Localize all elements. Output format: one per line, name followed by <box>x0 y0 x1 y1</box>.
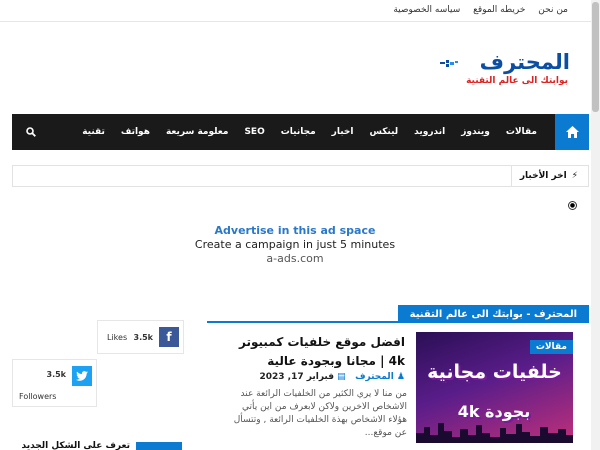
ad-domain[interactable]: a-ads.com <box>150 252 440 265</box>
site-logo[interactable]: المحترف بوابتك الى عالم التقنية <box>440 50 571 92</box>
logo-tagline: بوابتك الى عالم التقنية <box>466 76 568 86</box>
top-links: من نحن خريطه الموقع سياسه الخصوصية <box>383 5 568 15</box>
ticker-label: ⚡ اخر الأخبار <box>510 166 588 186</box>
search-icon <box>26 127 36 137</box>
facebook-counter[interactable]: f 3.5k Likes <box>97 320 184 354</box>
search-button[interactable] <box>18 114 44 150</box>
sidebar-post-title[interactable]: تعرف على الشكل الجديد <box>22 441 130 450</box>
ticker-label-text: اخر الأخبار <box>519 171 567 181</box>
home-button[interactable] <box>555 114 589 150</box>
article-thumbnail[interactable]: مقالات خلفيات مجانية بجودة 4k <box>416 332 573 443</box>
calendar-icon: ▤ <box>337 372 346 382</box>
article-date: فبراير 17, 2023 <box>259 372 334 382</box>
nav-items: مقالات ويندوز اندرويد لينكس اخبار مجانيا… <box>74 114 545 150</box>
top-bar: من نحن خريطه الموقع سياسه الخصوصية <box>0 0 600 22</box>
ad-block[interactable]: Advertise in this ad space Create a camp… <box>150 224 440 265</box>
ad-subline: Create a campaign in just 5 minutes <box>194 238 396 251</box>
facebook-count: 3.5k <box>133 333 154 342</box>
nav-item-phones[interactable]: هواتف <box>113 127 158 137</box>
thumbnail-title-text: خلفيات مجانية <box>427 361 562 383</box>
section-title: المحترف - بوابتك الى عالم التقنية <box>397 305 589 323</box>
nav-item-tech[interactable]: تقنية <box>74 127 113 137</box>
nav-item-windows[interactable]: ويندوز <box>453 127 498 137</box>
top-link-privacy[interactable]: سياسه الخصوصية <box>393 5 460 15</box>
logo-name: المحترف <box>479 50 571 74</box>
facebook-icon: f <box>159 327 179 347</box>
nav-item-free[interactable]: مجانيات <box>273 127 324 137</box>
news-ticker: ⚡ اخر الأخبار <box>12 165 589 187</box>
nav-item-quick-info[interactable]: معلومة سريعة <box>158 127 237 137</box>
logo-dots-icon <box>440 60 458 67</box>
sidebar-post-thumbnail[interactable] <box>136 442 182 450</box>
article-excerpt: من منا لا يري الكثير من الخلفيات الرائعة… <box>233 389 407 439</box>
bolt-icon: ⚡ <box>571 171 578 181</box>
twitter-icon <box>72 366 92 386</box>
author-icon: ♟ <box>396 372 405 382</box>
city-skyline-icon <box>416 423 573 443</box>
nav-item-android[interactable]: اندرويد <box>406 127 453 137</box>
top-link-about[interactable]: من نحن <box>538 5 568 15</box>
page-scrollbar[interactable] <box>591 0 600 450</box>
home-icon <box>565 126 579 138</box>
ad-headline[interactable]: Advertise in this ad space <box>150 224 440 237</box>
main-nav: مقالات ويندوز اندرويد لينكس اخبار مجانيا… <box>12 114 589 150</box>
nav-item-linux[interactable]: لينكس <box>361 127 406 137</box>
article-title[interactable]: افضل موقع خلفيات كمبيوتر 4k | مجانا وبجو… <box>225 333 405 370</box>
scrollbar-thumb[interactable] <box>592 2 599 112</box>
top-link-sitemap[interactable]: خريطه الموقع <box>473 5 525 15</box>
twitter-label: Followers <box>19 392 57 401</box>
article-author[interactable]: المحترف <box>355 372 394 382</box>
article-category-badge[interactable]: مقالات <box>529 340 573 354</box>
nav-item-articles[interactable]: مقالات <box>498 127 545 137</box>
sidebar-post[interactable]: تعرف على الشكل الجديد <box>12 436 182 450</box>
twitter-counter[interactable]: 3.5k Followers <box>12 359 97 407</box>
facebook-label: Likes <box>107 333 128 342</box>
ad-info-icon[interactable]: ● <box>568 201 577 210</box>
twitter-count: 3.5k <box>46 370 67 379</box>
nav-item-news[interactable]: اخبار <box>324 127 362 137</box>
article-meta: ♟ المحترف ▤ فبراير 17, 2023 <box>230 372 405 382</box>
page: من نحن خريطه الموقع سياسه الخصوصية المحت… <box>0 0 600 450</box>
section-header: المحترف - بوابتك الى عالم التقنية <box>207 305 589 323</box>
nav-item-seo[interactable]: SEO <box>236 127 272 137</box>
